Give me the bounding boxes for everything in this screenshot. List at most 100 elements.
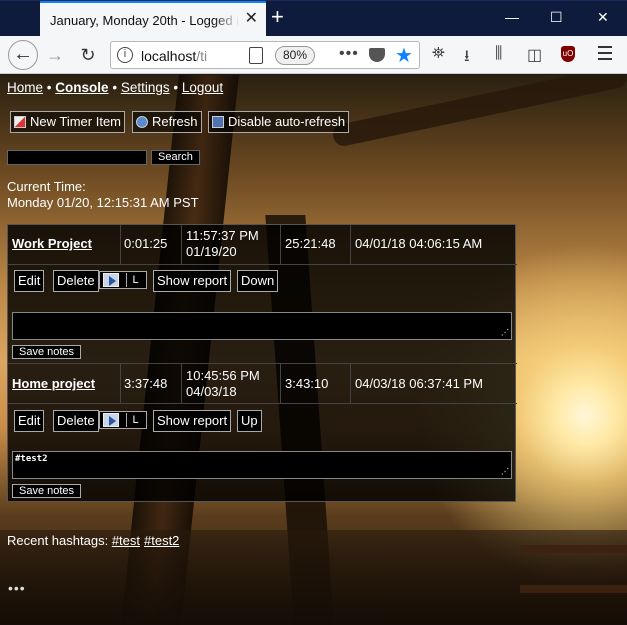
refresh-button[interactable]: Refresh: [132, 111, 202, 133]
library-icon[interactable]: ⫼: [495, 45, 502, 63]
timer-item-name[interactable]: Work Project: [12, 236, 92, 252]
notes-text: #test2: [15, 454, 48, 464]
minimize-icon[interactable]: —: [505, 10, 519, 24]
timer-date: 04/03/18: [186, 384, 237, 399]
timer-date: 01/19/20: [186, 244, 237, 259]
nav-settings-link[interactable]: Settings: [121, 80, 170, 95]
current-time: Current Time: Monday 01/20, 12:15:31 AM …: [7, 179, 199, 211]
timer-total: 3:43:10: [285, 376, 329, 391]
timer-time: 11:57:37 PM: [186, 228, 259, 243]
row-divider: [8, 403, 517, 404]
timer-duration: 3:37:48: [124, 376, 168, 391]
hashtag-link[interactable]: #test2: [144, 533, 179, 548]
column-divider: [120, 225, 121, 264]
timer-items-panel: Work Project 0:01:25 11:57:37 PM 01/19/2…: [7, 224, 517, 502]
nav-separator: •: [173, 80, 179, 95]
reader-view-icon[interactable]: [249, 47, 263, 64]
delete-button[interactable]: Delete: [53, 410, 99, 432]
play-loop-control[interactable]: L: [99, 271, 147, 289]
tab-close-icon[interactable]: ✕: [245, 11, 258, 27]
timer-item-link[interactable]: Work Project: [12, 236, 92, 251]
info-icon[interactable]: i: [117, 47, 133, 63]
page-actions-icon[interactable]: •••: [339, 45, 359, 63]
column-divider: [350, 364, 351, 403]
tab-title: January, Monday 20th - Logged in a: [50, 13, 238, 28]
search-button[interactable]: Search: [151, 150, 200, 165]
sidebar-icon[interactable]: ◫: [527, 45, 542, 65]
refresh-label: Refresh: [152, 114, 198, 129]
edit-button[interactable]: Edit: [14, 410, 45, 432]
menu-icon[interactable]: [598, 46, 612, 64]
nav-toolbar: ← → ↻ i localhost/ti 80% ••• ★ ⛯ ⭳ ⫼ ◫ u…: [0, 36, 627, 74]
address-bar[interactable]: i localhost/ti 80% ••• ★: [110, 41, 420, 69]
timer-total: 25:21:48: [285, 236, 336, 251]
loop-toggle[interactable]: L: [126, 413, 144, 427]
forward-arrow-icon[interactable]: →: [43, 43, 67, 67]
tab-fade: [214, 7, 240, 33]
show-report-button[interactable]: Show report: [153, 410, 232, 432]
timer-item-link[interactable]: Home project: [12, 376, 95, 391]
column-divider: [181, 225, 182, 264]
new-timer-button[interactable]: New Timer Item: [10, 111, 126, 133]
play-icon[interactable]: [103, 273, 119, 287]
background-branch: [330, 75, 627, 148]
disable-refresh-icon: [212, 116, 224, 128]
hashtag-link[interactable]: #test: [112, 533, 140, 548]
background-rail: [520, 545, 627, 553]
zoom-indicator[interactable]: 80%: [275, 46, 315, 65]
ublock-icon[interactable]: uO: [561, 46, 575, 62]
loop-toggle[interactable]: L: [126, 273, 144, 287]
ellipsis-icon: •••: [8, 580, 26, 596]
move-down-button[interactable]: Down: [237, 270, 279, 292]
site-nav: Home • Console • Settings • Logout: [7, 80, 223, 95]
row-divider: [8, 363, 517, 364]
timer-item-name[interactable]: Home project: [12, 376, 95, 392]
reload-icon[interactable]: ↻: [76, 43, 100, 67]
close-window-icon[interactable]: ✕: [597, 10, 609, 24]
nav-logout-link[interactable]: Logout: [182, 80, 223, 95]
new-item-icon: [14, 116, 26, 128]
extension-icon[interactable]: ⛯: [432, 45, 445, 63]
pocket-icon[interactable]: [369, 48, 385, 62]
refresh-icon: [136, 116, 148, 128]
download-icon[interactable]: ⭳: [464, 45, 470, 72]
nav-console-link[interactable]: Console: [55, 80, 108, 95]
maximize-icon[interactable]: ☐: [550, 10, 563, 24]
column-divider: [350, 225, 351, 264]
play-icon[interactable]: [103, 413, 119, 427]
bookmark-star-icon[interactable]: ★: [395, 43, 413, 68]
browser-tab[interactable]: January, Monday 20th - Logged in a ✕: [40, 1, 266, 37]
new-tab-icon[interactable]: +: [271, 6, 284, 28]
notes-textarea[interactable]: ⋰: [12, 312, 512, 340]
search-input[interactable]: [7, 150, 147, 165]
timer-duration: 0:01:25: [124, 236, 168, 251]
title-bar: January, Monday 20th - Logged in a ✕ + —…: [0, 0, 627, 37]
recent-hashtags: Recent hashtags: #test #test2: [7, 533, 183, 548]
column-divider: [280, 364, 281, 403]
resize-grip-icon[interactable]: ⋰: [501, 468, 509, 476]
column-divider: [280, 225, 281, 264]
save-notes-button[interactable]: Save notes: [12, 345, 82, 359]
notes-textarea[interactable]: #test2 ⋰: [12, 451, 512, 479]
nav-separator: •: [46, 80, 52, 95]
background-rail-lower: [520, 585, 627, 593]
url-host: localhost: [141, 48, 197, 64]
resize-grip-icon[interactable]: ⋰: [501, 329, 509, 337]
new-timer-label: New Timer Item: [30, 114, 122, 129]
edit-button[interactable]: Edit: [14, 270, 45, 292]
play-loop-control[interactable]: L: [99, 411, 147, 429]
delete-button[interactable]: Delete: [53, 270, 99, 292]
move-up-button[interactable]: Up: [237, 410, 262, 432]
save-notes-button[interactable]: Save notes: [12, 484, 82, 498]
timer-started: 04/01/18 04:06:15 AM: [355, 236, 483, 251]
disable-auto-refresh-button[interactable]: Disable auto-refresh: [208, 111, 350, 133]
back-arrow-icon[interactable]: ←: [8, 40, 38, 70]
nav-separator: •: [112, 80, 118, 95]
url-text[interactable]: localhost/ti: [141, 48, 241, 64]
timer-time: 10:45:56 PM: [186, 368, 260, 383]
show-report-button[interactable]: Show report: [153, 270, 232, 292]
current-time-value: Monday 01/20, 12:15:31 AM PST: [7, 195, 199, 210]
nav-home-link[interactable]: Home: [7, 80, 43, 95]
page-body: Home • Console • Settings • Logout New T…: [0, 75, 627, 625]
column-divider: [120, 364, 121, 403]
